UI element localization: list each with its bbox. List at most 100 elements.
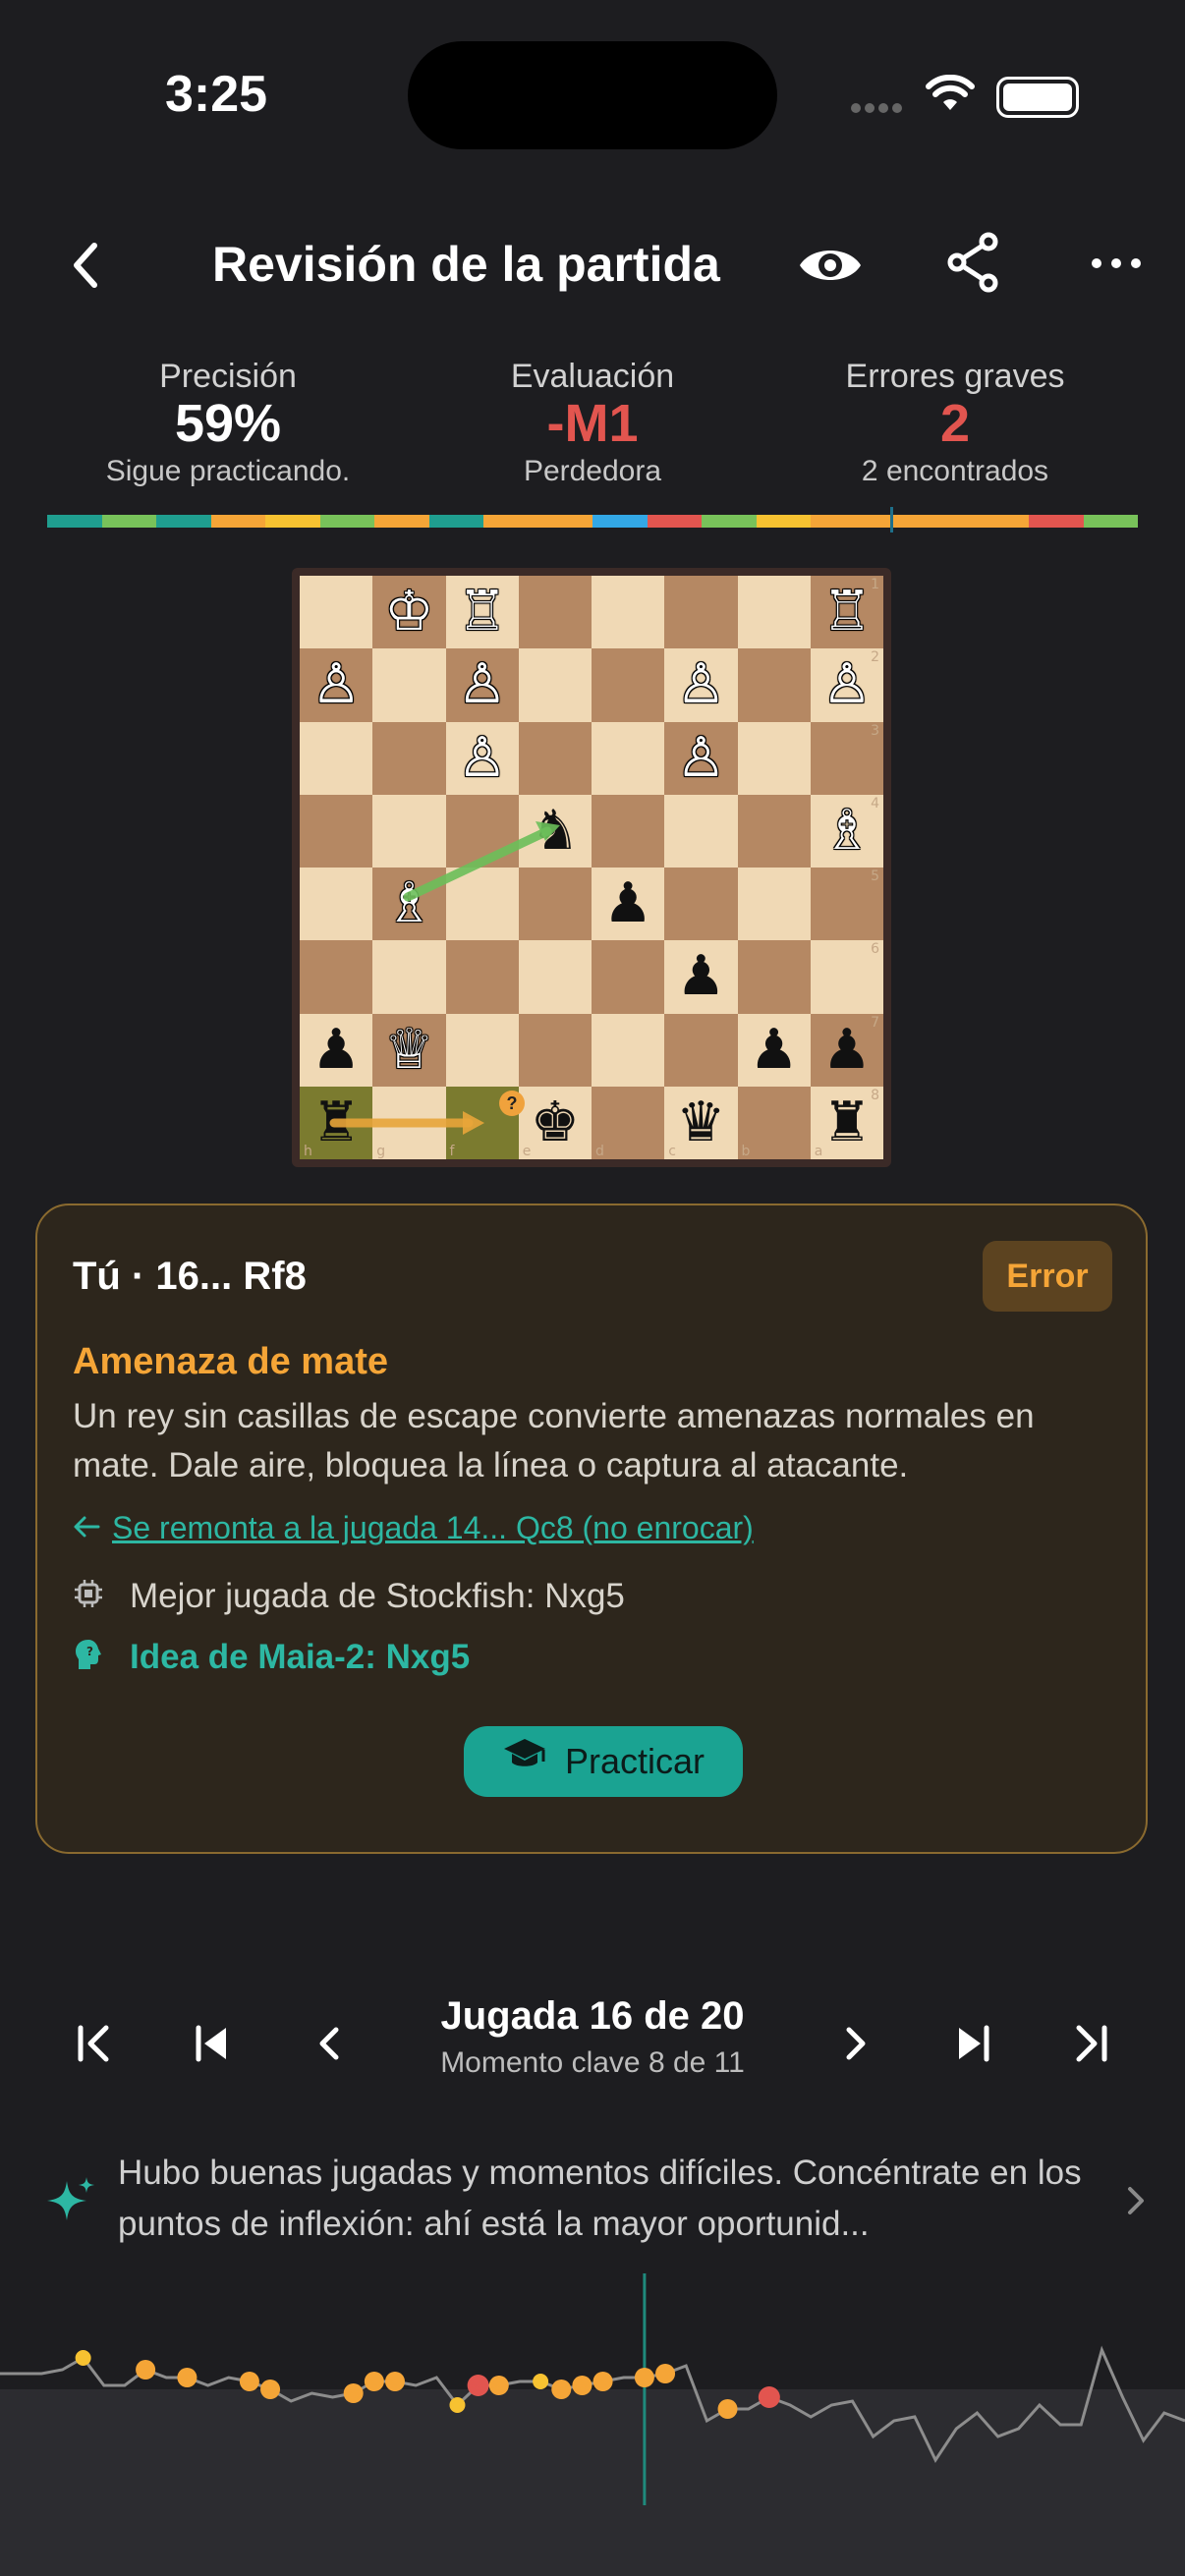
square-d7[interactable] <box>592 1013 665 1087</box>
practice-label[interactable]: Practicar <box>565 1741 705 1781</box>
square-e5[interactable] <box>518 868 592 941</box>
square-c6[interactable]: ♟ <box>664 940 738 1014</box>
square-d3[interactable] <box>592 721 665 795</box>
black-knight-icon[interactable]: ♞ <box>531 803 580 859</box>
black-pawn-icon[interactable]: ♟ <box>676 949 725 1004</box>
square-g8[interactable]: g <box>372 1086 446 1159</box>
square-g2[interactable] <box>372 648 446 722</box>
move-quality-segment[interactable] <box>647 515 702 528</box>
square-h2[interactable]: ♙ <box>300 648 373 722</box>
move-quality-segment[interactable] <box>702 515 757 528</box>
square-g4[interactable] <box>372 794 446 868</box>
square-h8[interactable]: ♜ h <box>300 1086 373 1159</box>
square-e1[interactable] <box>518 576 592 649</box>
error-marker[interactable] <box>239 2372 259 2391</box>
square-b1[interactable] <box>737 576 811 649</box>
board-grid[interactable]: ♔ ♖ ♖ 1 ♙ ♙ ♙ ♙ 2 ♙ ♙ 3 ♞ ♗ 4 ♗ ♟ 5 ♟ 6 ♟ ♕ ♟ ♟ 7 ♜ h g f ♚ e d ♛ c b ♜ 8 a <box>300 576 883 1159</box>
square-b5[interactable] <box>737 868 811 941</box>
square-g5[interactable]: ♗ <box>372 868 446 941</box>
black-queen-icon[interactable]: ♛ <box>676 1094 725 1150</box>
origin-move-link-text[interactable]: Se remonta a la jugada 14... Qc8 (no enr… <box>112 1510 754 1545</box>
move-quality-segment[interactable] <box>1083 515 1138 528</box>
black-pawn-icon[interactable]: ♟ <box>750 1022 799 1078</box>
square-g3[interactable] <box>372 721 446 795</box>
square-e8[interactable]: ♚ e <box>518 1086 592 1159</box>
black-pawn-icon[interactable]: ♟ <box>603 876 652 931</box>
square-c1[interactable] <box>664 576 738 649</box>
practice-button[interactable]: Practicar <box>464 1726 743 1797</box>
white-rook-icon[interactable]: ♖ <box>458 585 507 640</box>
square-a1[interactable]: ♖ 1 <box>810 576 883 649</box>
error-marker[interactable] <box>592 2372 613 2391</box>
square-c4[interactable] <box>664 794 738 868</box>
error-marker[interactable] <box>551 2380 572 2399</box>
error-marker[interactable] <box>634 2368 654 2387</box>
square-a8[interactable]: ♜ 8 a <box>810 1086 883 1159</box>
first-move-button[interactable] <box>183 2014 242 2073</box>
error-marker[interactable] <box>385 2372 405 2391</box>
square-e4[interactable]: ♞ <box>518 794 592 868</box>
white-pawn-icon[interactable]: ♙ <box>822 657 872 712</box>
move-quality-segment[interactable] <box>47 515 102 528</box>
blunder-marker[interactable] <box>758 2386 780 2408</box>
blunder-marker[interactable] <box>467 2375 489 2396</box>
white-pawn-icon[interactable]: ♙ <box>311 657 361 712</box>
square-f2[interactable]: ♙ <box>445 648 519 722</box>
white-king-icon[interactable]: ♔ <box>384 585 433 640</box>
square-c2[interactable]: ♙ <box>664 648 738 722</box>
error-marker[interactable] <box>655 2364 676 2383</box>
white-pawn-icon[interactable]: ♙ <box>458 730 507 786</box>
last-key-moment-button[interactable] <box>1061 2014 1120 2073</box>
white-bishop-icon[interactable]: ♗ <box>822 803 872 859</box>
square-b3[interactable] <box>737 721 811 795</box>
more-options-button[interactable] <box>1087 244 1146 283</box>
square-b2[interactable] <box>737 648 811 722</box>
square-b8[interactable]: b <box>737 1086 811 1159</box>
square-d5[interactable]: ♟ <box>592 868 665 941</box>
inaccuracy-marker[interactable] <box>449 2397 466 2413</box>
last-move-button[interactable] <box>943 2014 1002 2073</box>
square-g6[interactable] <box>372 940 446 1014</box>
move-quality-segment[interactable] <box>974 515 1029 528</box>
error-marker[interactable] <box>177 2368 198 2387</box>
chevron-right-icon[interactable] <box>1124 2181 1148 2225</box>
square-e2[interactable] <box>518 648 592 722</box>
white-pawn-icon[interactable]: ♙ <box>676 657 725 712</box>
square-e7[interactable] <box>518 1013 592 1087</box>
square-f4[interactable] <box>445 794 519 868</box>
move-quality-segment[interactable] <box>428 515 483 528</box>
black-pawn-icon[interactable]: ♟ <box>822 1022 872 1078</box>
square-f1[interactable]: ♖ <box>445 576 519 649</box>
error-marker[interactable] <box>260 2380 281 2399</box>
square-g7[interactable]: ♕ <box>372 1013 446 1087</box>
previous-move-button[interactable] <box>301 2014 360 2073</box>
square-f6[interactable] <box>445 940 519 1014</box>
move-quality-segment[interactable] <box>537 515 592 528</box>
square-d6[interactable] <box>592 940 665 1014</box>
black-king-icon[interactable]: ♚ <box>531 1094 580 1150</box>
game-summary[interactable]: Hubo buenas jugadas y momentos difíciles… <box>0 2148 1185 2256</box>
error-marker[interactable] <box>572 2376 592 2395</box>
square-h7[interactable]: ♟ <box>300 1013 373 1087</box>
origin-move-link[interactable]: Se remonta a la jugada 14... Qc8 (no enr… <box>73 1510 754 1546</box>
square-c8[interactable]: ♛ c <box>664 1086 738 1159</box>
white-pawn-icon[interactable]: ♙ <box>676 730 725 786</box>
share-button[interactable] <box>941 230 1006 295</box>
evaluation-graph[interactable] <box>0 2260 1185 2576</box>
square-d1[interactable] <box>592 576 665 649</box>
error-marker[interactable] <box>136 2360 156 2380</box>
square-h1[interactable] <box>300 576 373 649</box>
square-a3[interactable]: 3 <box>810 721 883 795</box>
error-marker[interactable] <box>717 2399 738 2419</box>
square-b7[interactable]: ♟ <box>737 1013 811 1087</box>
square-a4[interactable]: ♗ 4 <box>810 794 883 868</box>
move-quality-segment[interactable] <box>483 515 538 528</box>
square-f7[interactable] <box>445 1013 519 1087</box>
square-h3[interactable] <box>300 721 373 795</box>
square-d8[interactable]: d <box>592 1086 665 1159</box>
white-pawn-icon[interactable]: ♙ <box>458 657 507 712</box>
move-quality-segment[interactable] <box>920 515 975 528</box>
black-rook-icon[interactable]: ♜ <box>822 1094 872 1150</box>
square-c3[interactable]: ♙ <box>664 721 738 795</box>
square-f5[interactable] <box>445 868 519 941</box>
